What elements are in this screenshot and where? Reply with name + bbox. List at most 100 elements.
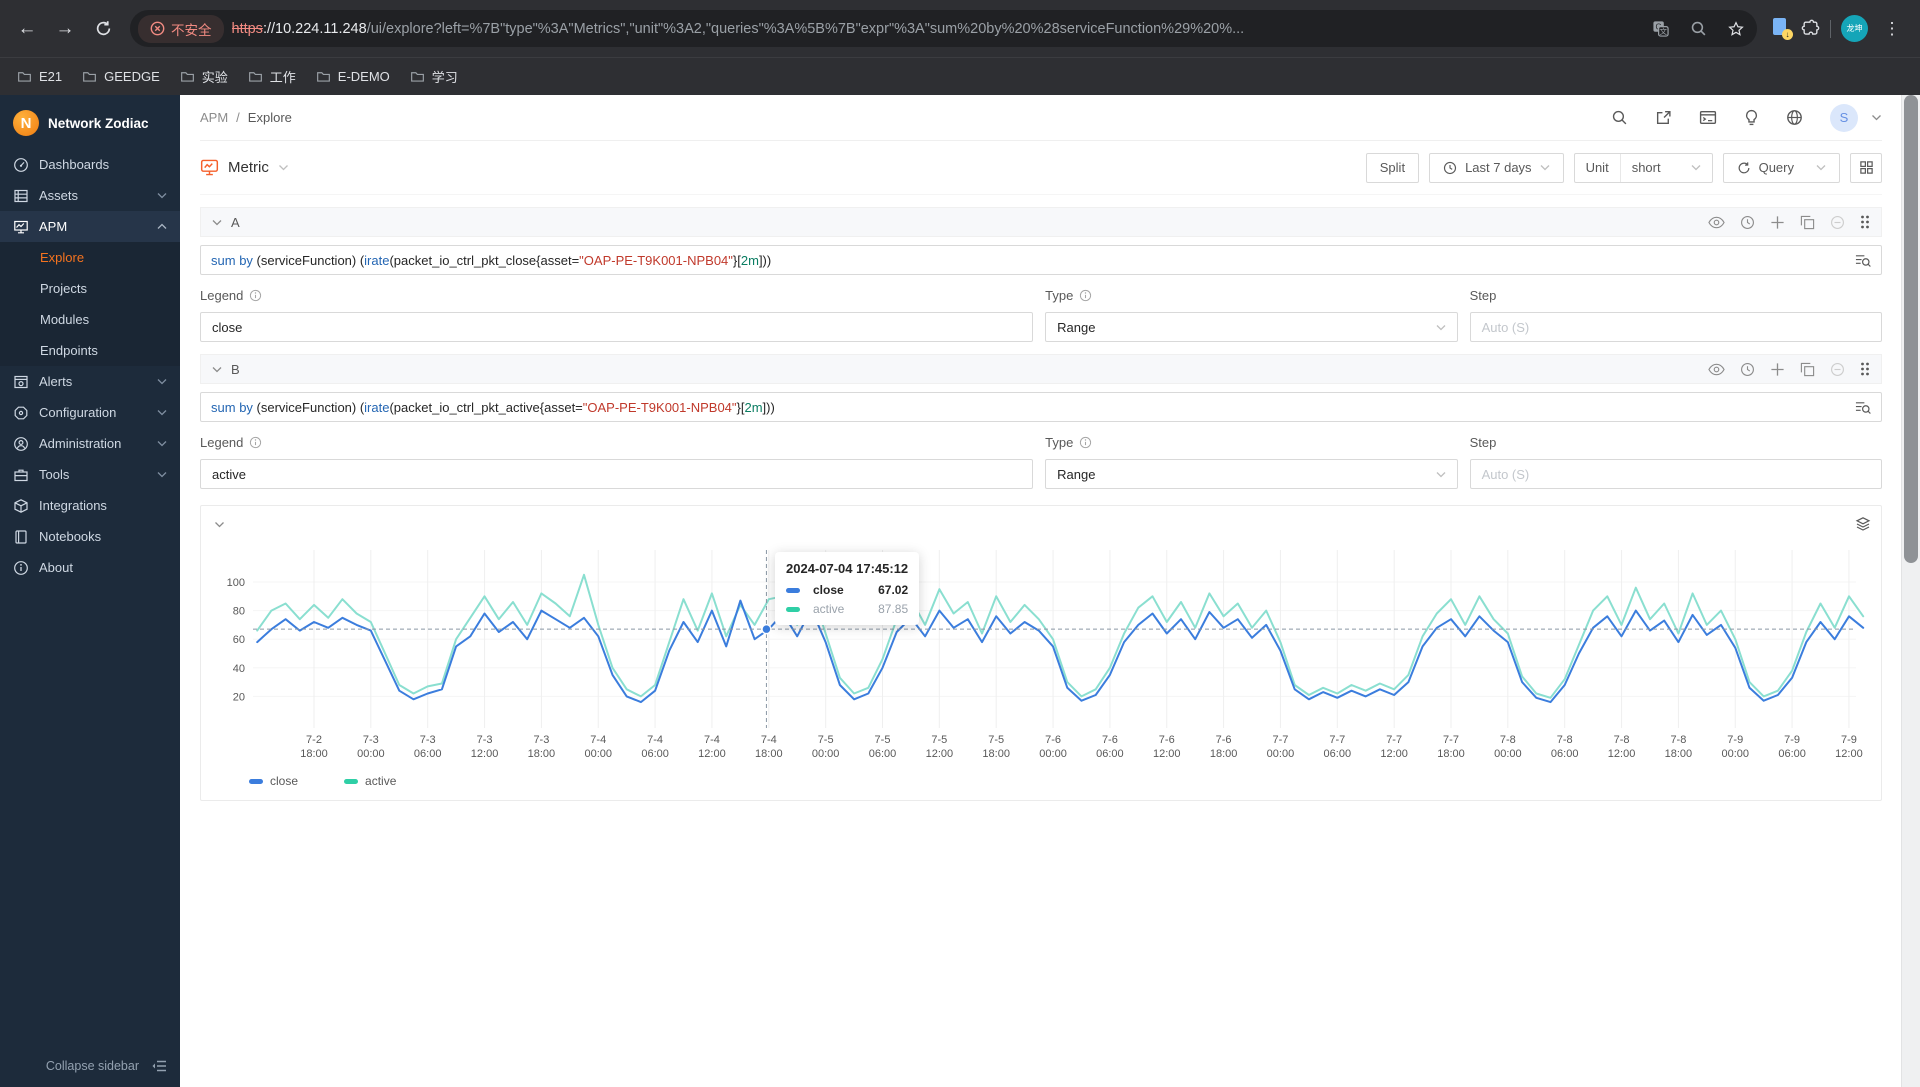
security-badge[interactable]: 不安全 xyxy=(138,14,224,43)
svg-text:40: 40 xyxy=(233,663,245,675)
info-icon xyxy=(1080,436,1092,449)
panel-collapse-icon[interactable] xyxy=(214,521,225,528)
sidebar-item-modules[interactable]: Modules xyxy=(0,304,180,335)
svg-text:7-3: 7-3 xyxy=(420,734,436,746)
address-bar[interactable]: 不安全 https://10.224.11.248/ui/explore?lef… xyxy=(130,10,1757,47)
history-icon[interactable] xyxy=(1740,362,1755,377)
unit-select[interactable]: short xyxy=(1621,154,1712,182)
active-swatch xyxy=(786,606,800,612)
bookmark-item[interactable]: E-DEMO xyxy=(307,64,399,89)
sidebar-item-projects[interactable]: Projects xyxy=(0,273,180,304)
section-collapse-icon[interactable] xyxy=(212,366,222,373)
reload-button[interactable] xyxy=(86,12,120,46)
sidebar-item-explore[interactable]: Explore xyxy=(0,242,180,273)
sidebar-item-apm[interactable]: APM xyxy=(0,211,180,242)
layout-grid-button[interactable] xyxy=(1850,152,1882,183)
sidebar-item-configuration[interactable]: Configuration xyxy=(0,397,180,428)
extensions-icon[interactable] xyxy=(1801,19,1820,38)
external-link-icon[interactable] xyxy=(1655,109,1672,126)
svg-text:7-7: 7-7 xyxy=(1386,734,1402,746)
bookmark-star-icon[interactable] xyxy=(1721,14,1751,44)
svg-text:00:00: 00:00 xyxy=(357,748,385,760)
query-button[interactable]: Query xyxy=(1722,152,1840,183)
chevron-down-icon xyxy=(157,471,167,478)
sidebar-item-administration[interactable]: Administration xyxy=(0,428,180,459)
sidebar-item-tools[interactable]: Tools xyxy=(0,459,180,490)
sidebar-item-notebooks[interactable]: Notebooks xyxy=(0,521,180,552)
visibility-icon[interactable] xyxy=(1708,363,1725,376)
bookmark-item[interactable]: 学习 xyxy=(401,62,467,91)
type-select[interactable]: Range xyxy=(1045,312,1458,342)
add-query-icon[interactable] xyxy=(1770,362,1785,377)
query-expression-input[interactable]: sum by (serviceFunction) (irate(packet_i… xyxy=(200,392,1882,422)
bookmark-item[interactable]: 实验 xyxy=(171,62,237,91)
sidebar-item-integrations[interactable]: Integrations xyxy=(0,490,180,521)
sidebar-item-about[interactable]: About xyxy=(0,552,180,583)
breadcrumb: APM / Explore xyxy=(200,110,292,125)
sidebar-item-endpoints[interactable]: Endpoints xyxy=(0,335,180,366)
globe-icon[interactable] xyxy=(1786,109,1803,126)
layers-icon[interactable] xyxy=(1855,516,1871,532)
legend-input[interactable]: close xyxy=(200,312,1034,342)
metric-selector[interactable]: Metric xyxy=(200,158,289,177)
metrics-browser-icon[interactable] xyxy=(1854,253,1871,268)
bookmark-item[interactable]: E21 xyxy=(8,64,71,89)
back-button[interactable]: ← xyxy=(10,12,44,46)
zoom-page-icon[interactable] xyxy=(1683,14,1713,44)
unit-control: Unit short xyxy=(1573,152,1713,183)
drag-handle-icon[interactable] xyxy=(1860,362,1870,376)
translate-icon[interactable]: G文 xyxy=(1645,14,1675,44)
visibility-icon[interactable] xyxy=(1708,216,1725,229)
sidebar-item-alerts[interactable]: Alerts xyxy=(0,366,180,397)
lightbulb-icon[interactable] xyxy=(1744,109,1759,126)
legend-input[interactable]: active xyxy=(200,459,1034,489)
sidebar-item-dashboards[interactable]: Dashboards xyxy=(0,149,180,180)
step-input[interactable]: Auto (S) xyxy=(1469,459,1882,489)
search-icon[interactable] xyxy=(1611,109,1628,126)
sidebar-item-assets[interactable]: Assets xyxy=(0,180,180,211)
download-extension-icon[interactable]: ↓ xyxy=(1771,17,1793,40)
collapse-sidebar-button[interactable]: Collapse sidebar xyxy=(0,1045,180,1087)
bookmark-item[interactable]: 工作 xyxy=(239,62,305,91)
svg-text:00:00: 00:00 xyxy=(812,748,840,760)
time-range-select[interactable]: Last 7 days xyxy=(1429,152,1564,183)
browser-menu-icon[interactable]: ⋮ xyxy=(1878,19,1906,39)
forward-button[interactable]: → xyxy=(48,12,82,46)
browser-profile-avatar[interactable]: 龙坤 xyxy=(1841,15,1868,42)
step-input[interactable]: Auto (S) xyxy=(1469,312,1882,342)
assets-icon xyxy=(14,189,28,202)
duplicate-icon[interactable] xyxy=(1800,362,1815,377)
remove-query-icon[interactable] xyxy=(1830,215,1845,230)
section-collapse-icon[interactable] xyxy=(212,219,222,226)
legend-item-active[interactable]: active xyxy=(344,774,396,788)
svg-text:20: 20 xyxy=(233,691,245,703)
metrics-browser-icon[interactable] xyxy=(1854,400,1871,415)
chevron-down-icon[interactable] xyxy=(1871,114,1882,121)
scrollbar-thumb[interactable] xyxy=(1904,95,1918,563)
console-icon[interactable] xyxy=(1699,109,1717,126)
bookmark-item[interactable]: GEEDGE xyxy=(73,64,169,89)
history-icon[interactable] xyxy=(1740,215,1755,230)
page-scrollbar[interactable] xyxy=(1901,95,1920,1087)
add-query-icon[interactable] xyxy=(1770,215,1785,230)
chart-panel: 20 40 60 80 100 7-2 18:00 7-3 00:00 7-3 06:00 7-3 12… xyxy=(200,505,1882,801)
legend-item-close[interactable]: close xyxy=(249,774,298,788)
user-avatar[interactable]: S xyxy=(1830,103,1858,132)
svg-text:7-8: 7-8 xyxy=(1557,734,1573,746)
close-swatch xyxy=(786,587,800,593)
drag-handle-icon[interactable] xyxy=(1860,215,1870,229)
svg-text:06:00: 06:00 xyxy=(414,748,442,760)
query-expression-input[interactable]: sum by (serviceFunction) (irate(packet_i… xyxy=(200,245,1882,275)
breadcrumb-explore: Explore xyxy=(247,110,292,125)
folder-icon xyxy=(18,72,31,82)
chart-svg[interactable]: 20 40 60 80 100 7-2 18:00 7-3 00:00 7-3 06:00 7-3 12… xyxy=(201,536,1869,768)
bookmarks-bar: E21 GEEDGE 实验 工作 E-DEMO 学习 xyxy=(0,57,1920,95)
divider xyxy=(1830,19,1831,38)
page-header: APM / Explore S xyxy=(200,95,1882,141)
duplicate-icon[interactable] xyxy=(1800,215,1815,230)
remove-query-icon[interactable] xyxy=(1830,362,1845,377)
svg-text:7-6: 7-6 xyxy=(1045,734,1061,746)
type-select[interactable]: Range xyxy=(1045,459,1458,489)
breadcrumb-apm[interactable]: APM xyxy=(200,110,228,125)
split-button[interactable]: Split xyxy=(1365,152,1420,183)
